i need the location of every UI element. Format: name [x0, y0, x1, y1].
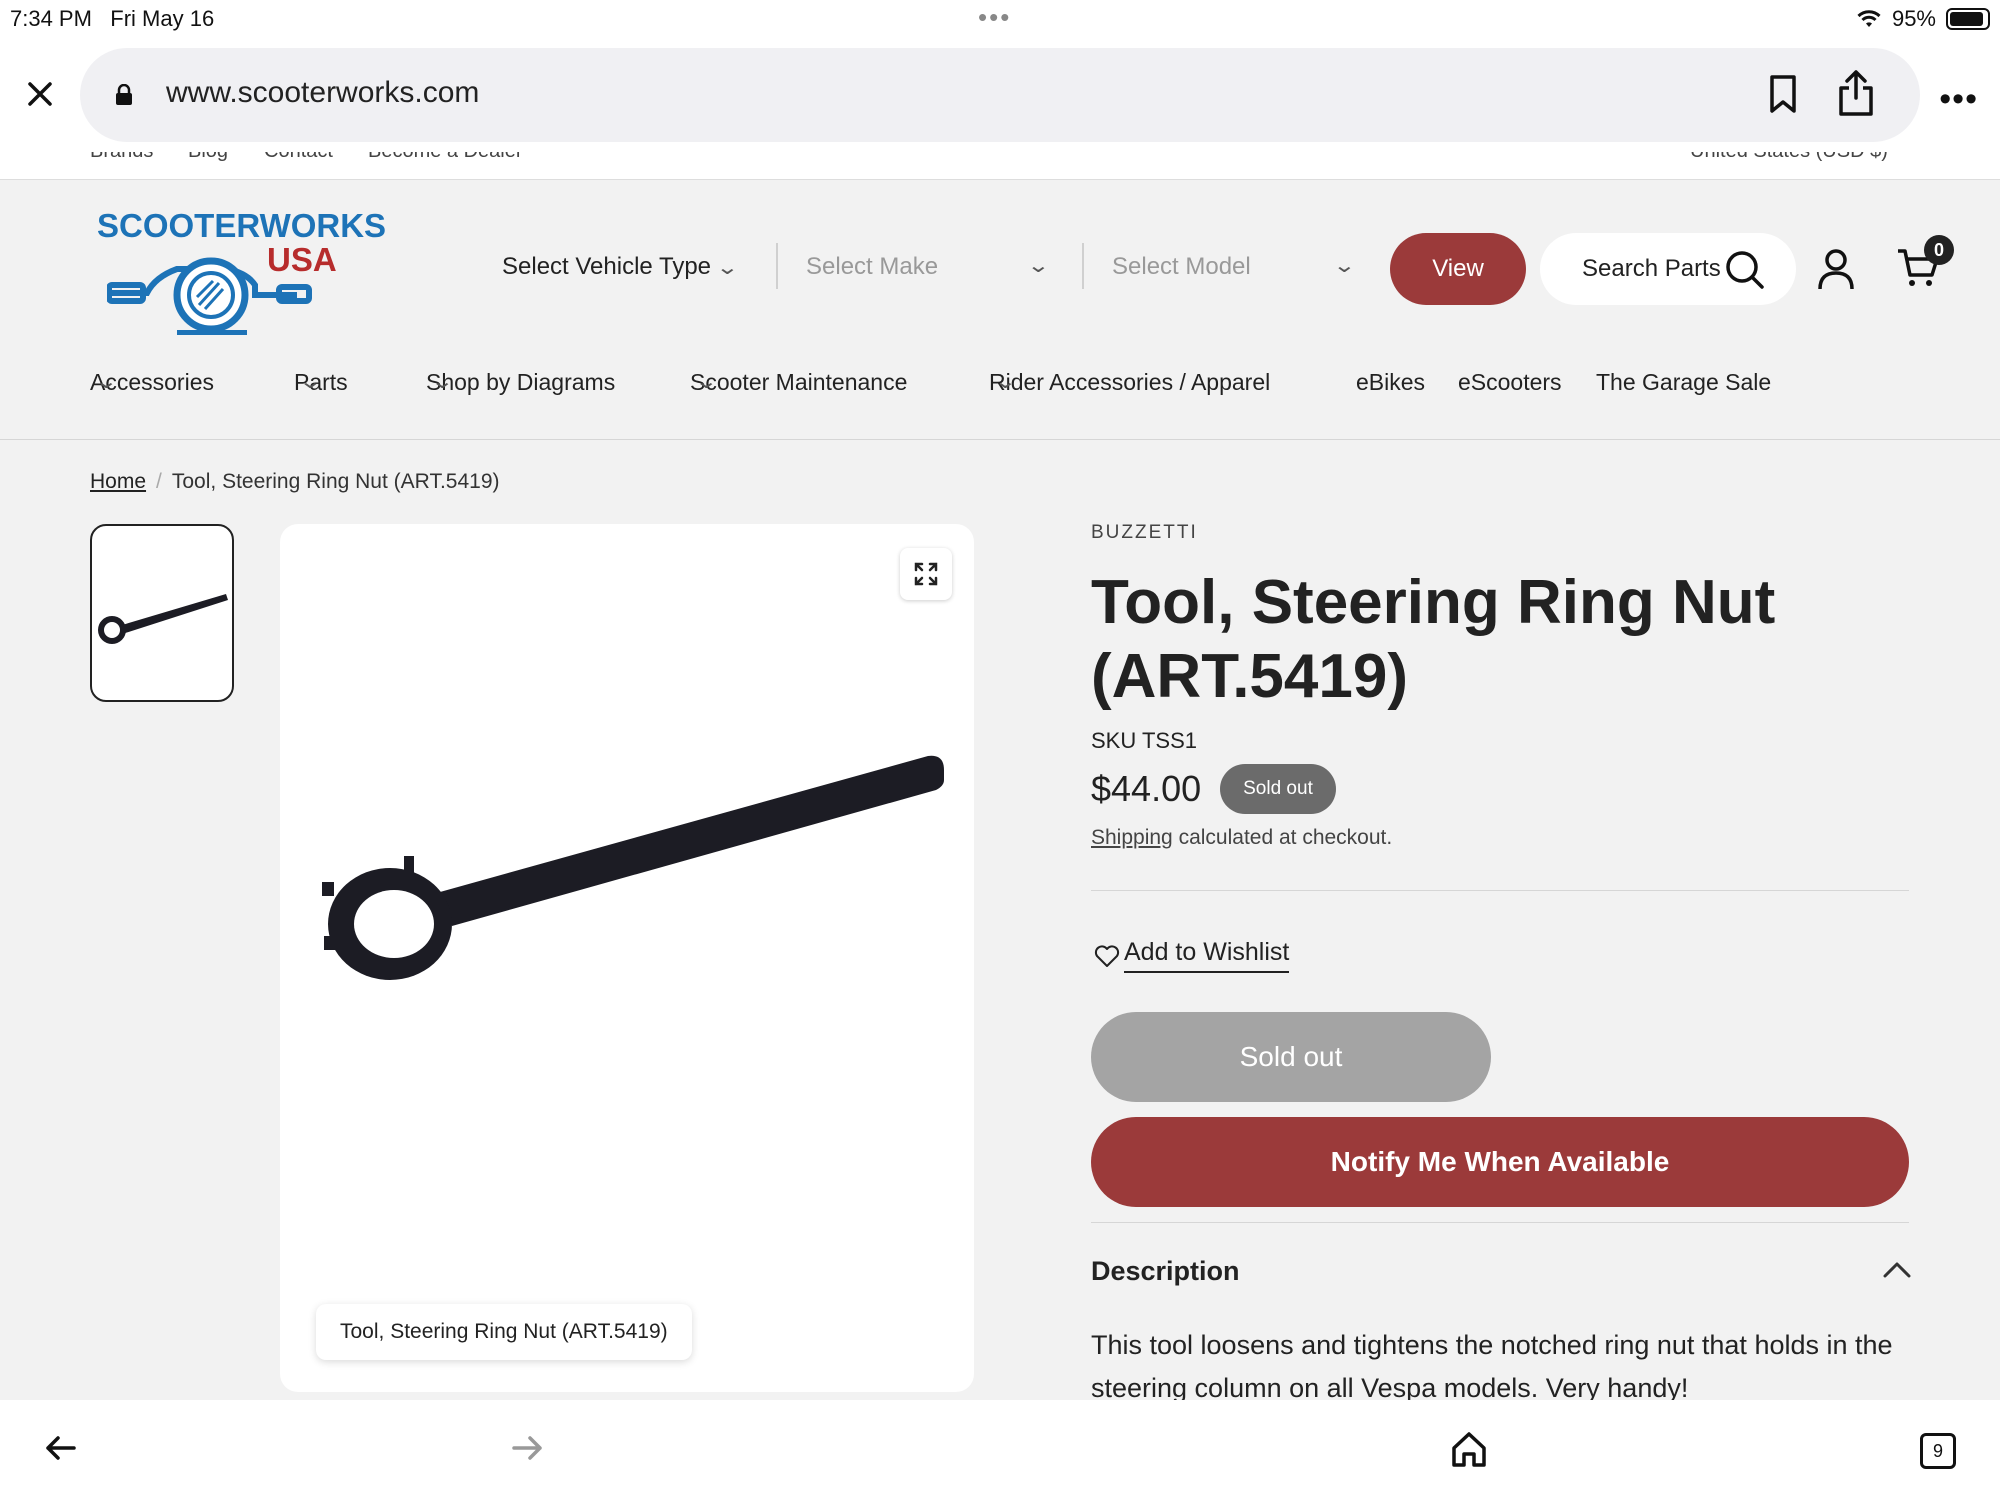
divider [1091, 1222, 1909, 1223]
vehicle-type-select[interactable]: Select Vehicle Type ⌄ [502, 253, 740, 281]
home-icon[interactable] [1450, 1430, 1488, 1468]
more-options-icon[interactable]: ••• [1939, 80, 1978, 119]
wishlist-label: Add to Wishlist [1124, 938, 1290, 973]
wifi-icon [1857, 10, 1881, 27]
cart-count-badge: 0 [1924, 235, 1954, 265]
model-select[interactable]: Select Model ⌄ [1112, 253, 1356, 281]
utility-link-contact[interactable]: Contact [264, 152, 333, 163]
tabs-button[interactable]: 9 [1920, 1433, 1956, 1469]
tool-thumbnail-image [98, 594, 228, 644]
site-header: SCOOTERWORKS USA Select Vehicle Type ⌄ Se… [0, 181, 2000, 440]
chevron-down-icon: ⌄ [298, 371, 323, 393]
status-right: 95% [1856, 6, 1990, 32]
search-parts-button[interactable]: Search Parts [1540, 233, 1796, 305]
currency-selector[interactable]: United States (USD $) [1690, 152, 1888, 163]
breadcrumb: Home / Tool, Steering Ring Nut (ART.5419) [90, 470, 500, 493]
chevron-down-icon: ⌄ [715, 257, 740, 279]
view-vehicle-button[interactable]: View [1390, 233, 1526, 305]
status-time: 7:34 PM Fri May 16 [10, 6, 215, 31]
breadcrumb-home[interactable]: Home [90, 470, 146, 493]
steering-ring-nut-tool-image [322, 755, 944, 980]
address-bar[interactable]: www.scooterworks.com [80, 48, 1920, 142]
chevron-up-icon[interactable] [1882, 1258, 1912, 1280]
image-caption: Tool, Steering Ring Nut (ART.5419) [316, 1304, 692, 1360]
shipping-note: Shipping calculated at checkout. [1091, 826, 1393, 849]
utility-link-dealer[interactable]: Become a Dealer [368, 152, 523, 163]
nav-garage-sale[interactable]: The Garage Sale [1596, 369, 1771, 396]
forward-arrow-icon[interactable] [510, 1430, 546, 1466]
sold-out-button[interactable]: Sold out [1091, 1012, 1491, 1102]
make-select[interactable]: Select Make ⌄ [806, 253, 1050, 281]
back-arrow-icon[interactable] [42, 1430, 78, 1466]
multitask-dots[interactable]: ••• [978, 2, 1011, 33]
chevron-down-icon: ⌄ [694, 371, 719, 393]
sold-out-badge: Sold out [1220, 764, 1336, 814]
chevron-down-icon: ⌄ [993, 371, 1018, 393]
browser-bottom-bar [0, 1400, 2000, 1500]
description-heading[interactable]: Description [1091, 1256, 1240, 1287]
chevron-down-icon: ⌄ [1332, 255, 1357, 277]
utility-link-brands[interactable]: Brands [90, 152, 153, 163]
divider [1082, 243, 1084, 289]
divider [776, 243, 778, 289]
chevron-down-icon: ⌄ [430, 371, 455, 393]
utility-link-blog[interactable]: Blog [188, 152, 228, 163]
search-icon [1726, 251, 1764, 289]
product-thumbnail[interactable] [90, 524, 234, 702]
battery-percent: 95% [1891, 6, 1936, 31]
chevron-down-icon: ⌄ [1026, 255, 1051, 277]
expand-icon[interactable] [900, 548, 952, 600]
search-label: Search Parts [1582, 255, 1721, 282]
share-icon[interactable] [1836, 68, 1876, 118]
bookmark-icon[interactable] [1766, 74, 1800, 114]
lock-icon [116, 84, 132, 105]
product-title: Tool, Steering Ring Nut (ART.5419) [1091, 568, 1776, 711]
chevron-down-icon: ⌄ [94, 371, 119, 393]
battery-icon [1946, 8, 1990, 30]
browser-toolbar: www.scooterworks.com ••• [0, 40, 2000, 152]
description-text: This tool loosens and tightens the notch… [1091, 1330, 1893, 1403]
nav-escooters[interactable]: eScooters [1458, 369, 1562, 396]
breadcrumb-current: Tool, Steering Ring Nut (ART.5419) [171, 470, 500, 493]
scooter-logo-icon [107, 257, 312, 335]
close-icon[interactable] [20, 74, 60, 114]
status-bar: 7:34 PM Fri May 16 ••• 95% [0, 0, 2000, 40]
shipping-link[interactable]: Shipping [1091, 826, 1173, 849]
product-image-viewer[interactable]: Tool, Steering Ring Nut (ART.5419) [280, 524, 974, 1392]
nav-ebikes[interactable]: eBikes [1356, 369, 1425, 396]
url-text[interactable]: www.scooterworks.com [166, 76, 479, 110]
product-sku: SKU TSS1 [1091, 728, 1197, 753]
divider [1091, 890, 1909, 891]
product-vendor[interactable]: BUZZETTI [1091, 522, 1198, 544]
site-logo[interactable]: SCOOTERWORKS USA [95, 207, 386, 335]
product-price: $44.00 [1091, 768, 1202, 809]
account-icon[interactable] [1816, 247, 1856, 291]
utility-nav: Brands Blog Contact Become a Dealer Unit… [0, 152, 2000, 180]
heart-icon [1094, 944, 1120, 967]
add-to-wishlist-button[interactable]: Add to Wishlist [1094, 938, 1290, 973]
notify-me-button[interactable]: Notify Me When Available [1091, 1117, 1909, 1207]
